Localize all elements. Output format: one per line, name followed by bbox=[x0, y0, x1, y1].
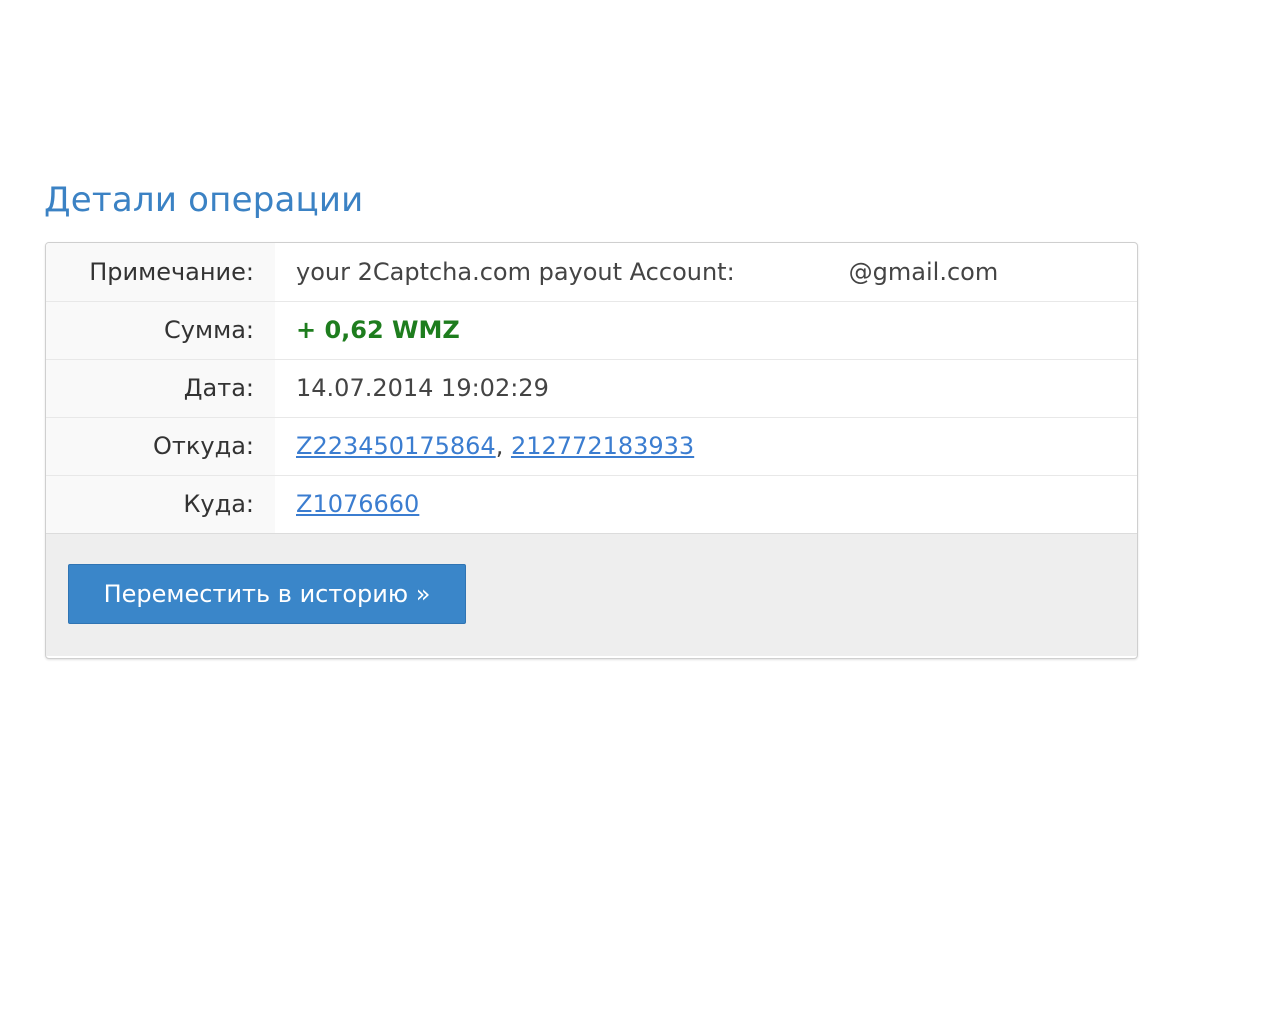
date-value: 14.07.2014 19:02:29 bbox=[275, 358, 1137, 417]
from-wallet-link-1[interactable]: Z223450175864 bbox=[296, 432, 496, 460]
to-row: Куда: Z1076660 bbox=[46, 474, 1137, 533]
card-footer: Переместить в историю » bbox=[46, 533, 1137, 656]
from-row: Откуда: Z223450175864, 212772183933 bbox=[46, 416, 1137, 475]
from-label: Откуда: bbox=[46, 416, 275, 475]
operation-details-card: Примечание: your 2Captcha.com payout Acc… bbox=[45, 242, 1138, 659]
amount-value: + 0,62 WMZ bbox=[296, 316, 460, 344]
note-email-suffix: @gmail.com bbox=[848, 257, 999, 286]
note-value: your 2Captcha.com payout Account: bbox=[296, 257, 735, 286]
amount-label: Сумма: bbox=[46, 300, 275, 359]
note-row: Примечание: your 2Captcha.com payout Acc… bbox=[46, 243, 1137, 301]
to-wallet-link[interactable]: Z1076660 bbox=[296, 490, 419, 518]
from-wallet-separator: , bbox=[495, 432, 504, 460]
note-label: Примечание: bbox=[46, 243, 275, 301]
date-row: Дата: 14.07.2014 19:02:29 bbox=[46, 358, 1137, 417]
page-title: Детали операции bbox=[44, 180, 364, 220]
note-value-cell: your 2Captcha.com payout Account: @gmail.… bbox=[275, 243, 1137, 301]
operation-details-table: Примечание: your 2Captcha.com payout Acc… bbox=[46, 243, 1137, 533]
date-label: Дата: bbox=[46, 358, 275, 417]
from-wallet-link-2[interactable]: 212772183933 bbox=[511, 432, 694, 460]
from-value-cell: Z223450175864, 212772183933 bbox=[275, 416, 1137, 475]
move-to-history-button[interactable]: Переместить в историю » bbox=[68, 564, 466, 624]
amount-value-cell: + 0,62 WMZ bbox=[275, 300, 1137, 359]
amount-row: Сумма: + 0,62 WMZ bbox=[46, 300, 1137, 359]
to-value-cell: Z1076660 bbox=[275, 474, 1137, 533]
to-label: Куда: bbox=[46, 474, 275, 533]
